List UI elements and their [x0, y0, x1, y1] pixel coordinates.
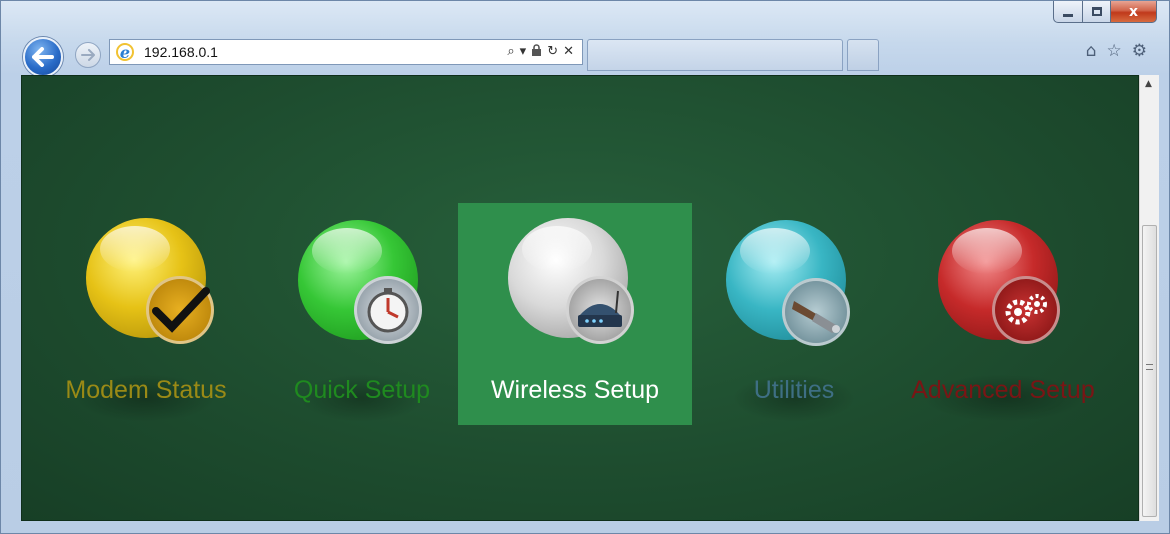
menu-label: Modem Status	[65, 376, 227, 404]
favorites-icon[interactable]: ☆	[1107, 41, 1122, 61]
menu-label: Quick Setup	[293, 376, 431, 404]
menu-label: Advanced Setup	[911, 376, 1095, 404]
maximize-icon	[1091, 7, 1102, 16]
back-arrow-icon	[32, 47, 54, 67]
menu-label: Wireless Setup	[490, 376, 660, 404]
address-tools: ⌕ ▾ ↻ ✕	[507, 44, 574, 61]
menu-item-quick-setup[interactable]: Quick Setup	[272, 76, 452, 520]
vertical-scrollbar[interactable]: ▲	[1139, 75, 1159, 521]
thumb-grip-icon	[1146, 364, 1153, 370]
search-icon[interactable]: ⌕	[507, 44, 514, 61]
refresh-icon[interactable]: ↻	[547, 44, 558, 61]
minimize-icon	[1063, 13, 1073, 17]
home-icon[interactable]: ⌂	[1086, 41, 1097, 61]
menu-item-utilities[interactable]: Utilities	[706, 76, 882, 520]
wrench-icon	[782, 278, 850, 346]
maximize-button[interactable]	[1083, 1, 1111, 23]
gears-icon	[992, 276, 1060, 344]
browser-tab[interactable]	[587, 39, 843, 71]
search-dropdown-icon[interactable]: ▾	[520, 44, 527, 61]
address-text[interactable]: 192.168.0.1	[144, 44, 507, 60]
stop-icon[interactable]: ✕	[563, 44, 574, 61]
back-button[interactable]	[23, 37, 63, 77]
forward-arrow-icon	[81, 49, 95, 61]
close-icon: x	[1128, 3, 1139, 20]
new-tab-button[interactable]	[847, 39, 879, 71]
toolbar-icons: ⌂ ☆ ⚙	[1086, 41, 1147, 61]
menu-item-wireless-setup[interactable]: Wireless Setup	[458, 76, 692, 520]
close-button[interactable]: x	[1111, 1, 1157, 23]
minimize-button[interactable]	[1053, 1, 1083, 23]
scroll-up-icon[interactable]: ▲	[1145, 79, 1152, 89]
menu-item-modem-status[interactable]: Modem Status	[46, 76, 246, 520]
scroll-thumb[interactable]	[1142, 225, 1157, 517]
menu-item-advanced-setup[interactable]: Advanced Setup	[888, 76, 1118, 520]
router-menu-page: Modem Status Quick Setup Wireless Setup	[21, 75, 1139, 521]
browser-window: x e 192.168.0.1 ⌕ ▾ ↻ ✕ ⌂ ☆ ⚙ Modem Stat…	[0, 0, 1170, 534]
router-icon	[566, 276, 634, 344]
checkmark-icon	[146, 276, 214, 344]
caption-buttons: x	[1053, 1, 1157, 23]
forward-button[interactable]	[75, 42, 101, 68]
menu-label: Utilities	[753, 376, 835, 404]
address-bar[interactable]: e 192.168.0.1 ⌕ ▾ ↻ ✕	[109, 39, 583, 65]
ie-logo-icon: e	[116, 43, 134, 62]
stopwatch-icon	[354, 276, 422, 344]
settings-icon[interactable]: ⚙	[1132, 41, 1147, 61]
lock-icon[interactable]	[531, 43, 542, 61]
